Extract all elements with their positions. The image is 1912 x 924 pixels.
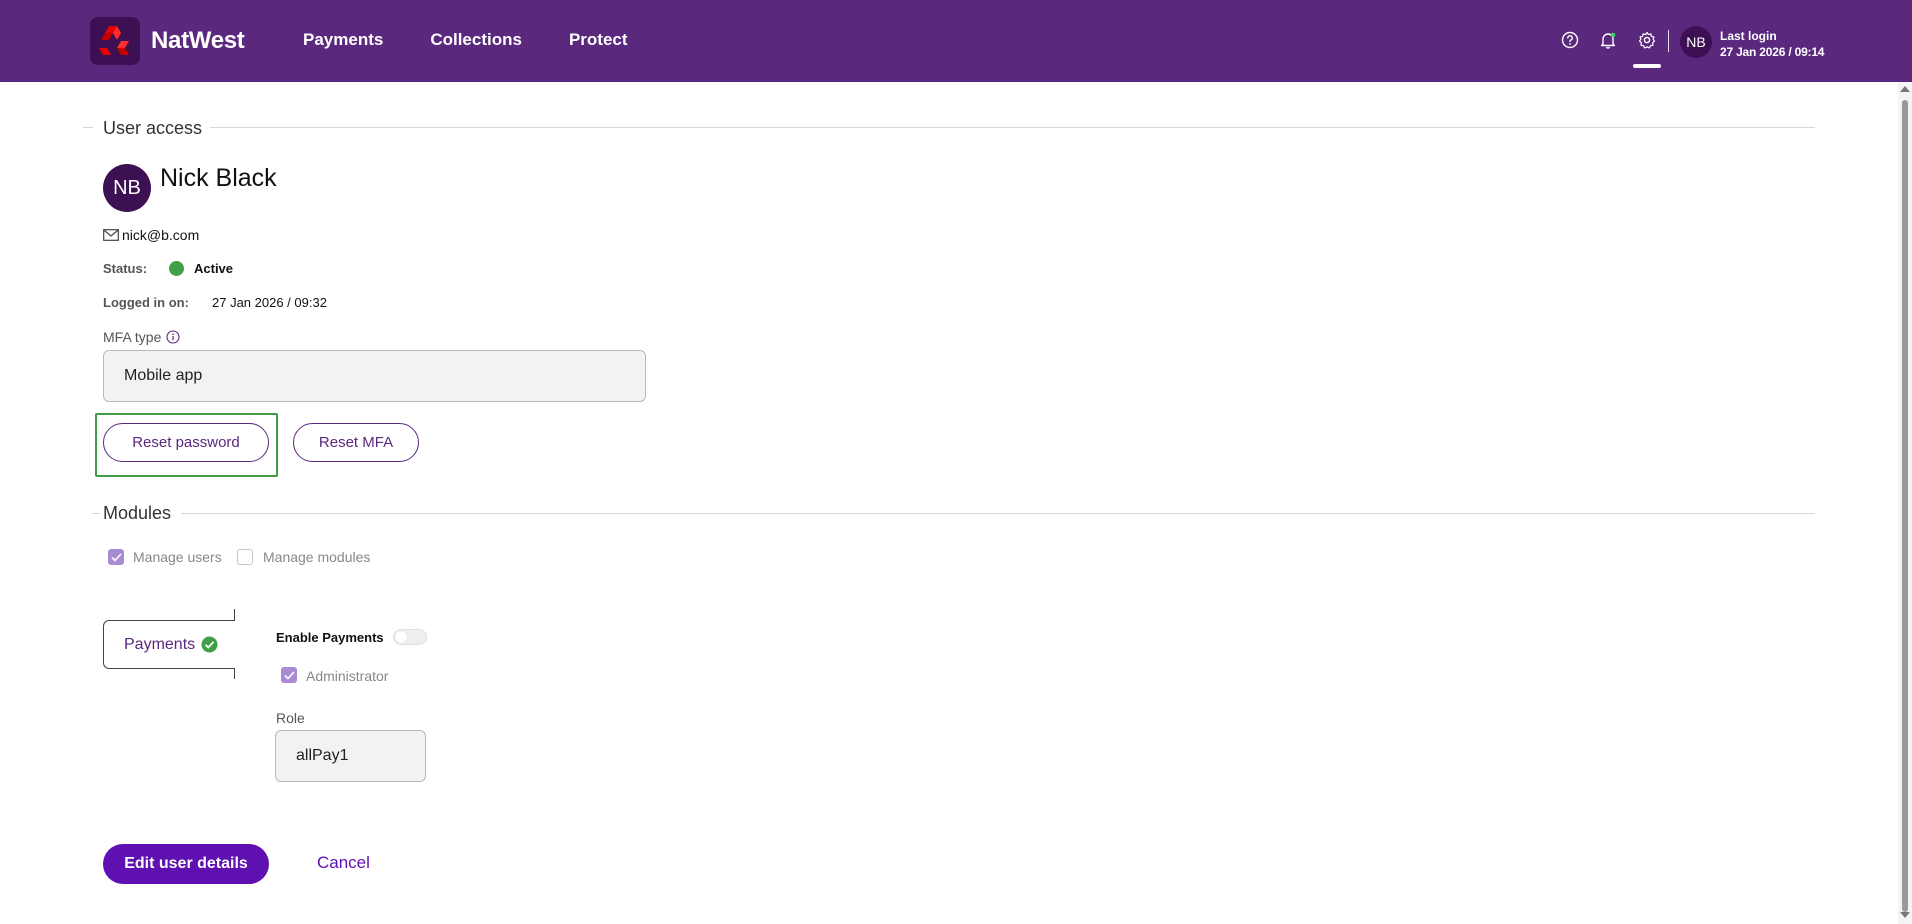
status-active-dot xyxy=(169,261,184,276)
help-icon[interactable] xyxy=(1559,29,1581,51)
checkmark-icon xyxy=(110,552,122,562)
tab-connector xyxy=(234,668,235,679)
manage-users-checkbox[interactable] xyxy=(108,549,124,565)
header-avatar[interactable]: NB xyxy=(1680,26,1712,58)
settings-active-indicator xyxy=(1633,64,1661,68)
mfa-type-label: MFA type xyxy=(103,329,180,345)
user-access-title: User access xyxy=(103,118,203,138)
administrator-checkbox[interactable] xyxy=(281,667,297,683)
mfa-type-label-text: MFA type xyxy=(103,329,162,345)
tab-payments[interactable]: Payments xyxy=(103,620,235,669)
mail-icon xyxy=(103,229,119,241)
status-label: Status: xyxy=(103,261,148,276)
checkmark-icon xyxy=(283,670,295,680)
main-nav: Payments Collections Protect xyxy=(303,30,628,50)
brand-name: NatWest xyxy=(151,27,245,54)
modules-title: Modules xyxy=(103,503,172,523)
nav-payments[interactable]: Payments xyxy=(303,30,383,50)
toggle-knob xyxy=(395,631,407,643)
logged-in-value: 27 Jan 2026 / 09:32 xyxy=(212,295,327,310)
last-login-date: 27 Jan 2026 / 09:14 xyxy=(1720,45,1825,59)
logged-in-label: Logged in on: xyxy=(103,295,189,310)
reset-password-button[interactable]: Reset password xyxy=(103,423,269,462)
check-circle-icon xyxy=(201,636,218,653)
header-divider xyxy=(1668,30,1669,52)
section-divider xyxy=(92,513,100,514)
manage-modules-label: Manage modules xyxy=(263,549,371,565)
natwest-logo-icon xyxy=(99,26,129,55)
cancel-button[interactable]: Cancel xyxy=(317,853,370,873)
section-divider xyxy=(210,127,1815,128)
manage-modules-checkbox[interactable] xyxy=(237,549,253,565)
email-row: nick@b.com xyxy=(103,227,199,243)
scroll-down-arrow[interactable] xyxy=(1900,912,1910,918)
last-login-title: Last login xyxy=(1720,29,1777,43)
scrollbar-thumb[interactable] xyxy=(1902,100,1908,912)
bell-icon[interactable] xyxy=(1597,29,1619,51)
reset-mfa-button[interactable]: Reset MFA xyxy=(293,423,419,462)
role-field[interactable]: allPay1 xyxy=(275,730,426,782)
edit-user-details-button[interactable]: Edit user details xyxy=(103,844,269,884)
info-icon[interactable] xyxy=(166,330,180,344)
role-label: Role xyxy=(276,710,305,726)
mfa-type-field[interactable]: Mobile app xyxy=(103,350,646,402)
tab-payments-label: Payments xyxy=(124,635,196,653)
scroll-up-arrow[interactable] xyxy=(1900,86,1910,92)
section-divider xyxy=(83,127,93,128)
natwest-logo[interactable] xyxy=(90,17,140,65)
manage-users-label: Manage users xyxy=(133,549,222,565)
user-avatar: NB xyxy=(103,164,151,212)
nav-collections[interactable]: Collections xyxy=(430,30,522,50)
enable-payments-toggle[interactable] xyxy=(393,629,427,645)
status-value: Active xyxy=(194,261,234,276)
administrator-label: Administrator xyxy=(306,668,389,684)
top-nav-bar: NatWest Payments Collections Protect NB … xyxy=(0,0,1912,82)
section-divider xyxy=(181,513,1815,514)
last-login: Last login 27 Jan 2026 / 09:14 xyxy=(1720,29,1824,59)
gear-icon[interactable] xyxy=(1636,29,1658,51)
user-email: nick@b.com xyxy=(122,227,200,243)
nav-protect[interactable]: Protect xyxy=(569,30,628,50)
enable-payments-label: Enable Payments xyxy=(276,630,384,645)
user-name: Nick Black xyxy=(160,164,277,192)
